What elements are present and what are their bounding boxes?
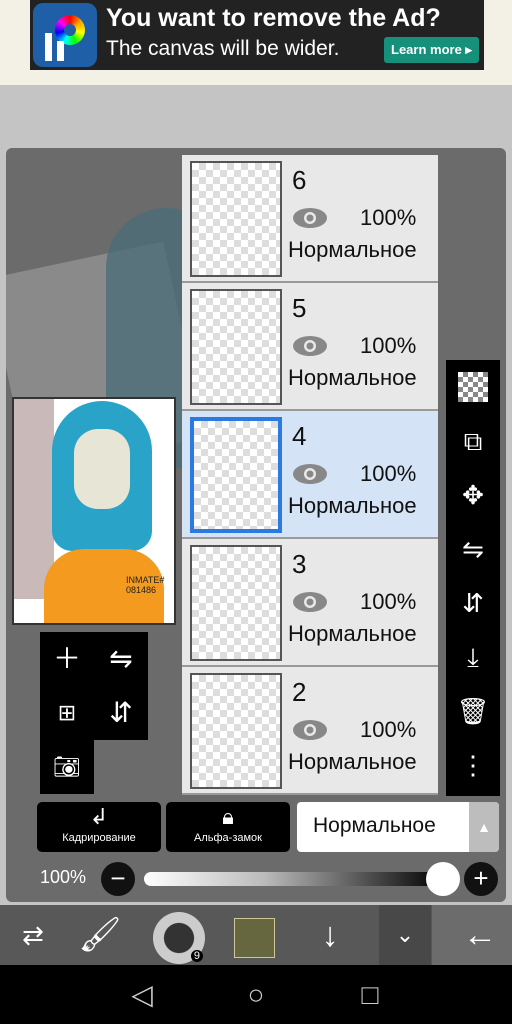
- canvas-preview[interactable]: INMATE# 081486: [12, 397, 176, 625]
- eye-icon[interactable]: [292, 335, 328, 357]
- add-layer-button[interactable]: ＋: [40, 632, 94, 686]
- layer-row[interactable]: 2 100% Нормальное: [182, 667, 438, 795]
- layers-collapse-icon[interactable]: ⌄: [379, 905, 431, 965]
- opacity-slider[interactable]: [144, 872, 444, 886]
- flip-layer-horizontal-icon[interactable]: ⇋: [446, 522, 500, 576]
- layer-blend-mode: Нормальное: [288, 493, 417, 518]
- eye-icon[interactable]: [292, 719, 328, 741]
- layer-thumbnail: [190, 417, 282, 533]
- layer-number: 5: [292, 293, 307, 323]
- layer-opacity: 100%: [360, 333, 417, 358]
- opacity-value: 100%: [40, 867, 87, 887]
- brush-size-button[interactable]: 9: [153, 912, 205, 964]
- nav-recents-icon[interactable]: □: [350, 975, 390, 1015]
- color-swatch[interactable]: [234, 918, 275, 958]
- trash-icon[interactable]: 🗑︎: [446, 684, 500, 738]
- merge-down-icon[interactable]: ⤓: [446, 630, 500, 684]
- move-icon[interactable]: ✥: [446, 468, 500, 522]
- layer-number: 3: [292, 549, 307, 579]
- clip-arrow-icon: ↲: [89, 804, 109, 829]
- add-special-layer-button[interactable]: ⊞: [40, 686, 94, 740]
- layer-swap-icon[interactable]: ⧉: [446, 414, 500, 468]
- layer-opacity: 100%: [360, 461, 417, 486]
- layer-opacity: 100%: [360, 589, 417, 614]
- alpha-lock-button[interactable]: 🔒︎ Альфа-замок: [166, 802, 290, 852]
- layer-row[interactable]: 3 100% Нормальное: [182, 539, 438, 667]
- opacity-increase-button[interactable]: +: [464, 862, 498, 896]
- brush-icon[interactable]: 🖌︎: [75, 905, 125, 965]
- layer-blend-mode: Нормальное: [288, 749, 417, 774]
- chevron-up-icon: ▲: [469, 802, 499, 852]
- nav-home-icon[interactable]: ○: [236, 975, 276, 1015]
- layer-thumbnail: [190, 673, 282, 789]
- flip-horizontal-icon[interactable]: ⇋: [94, 632, 148, 686]
- layer-row[interactable]: 5 100% Нормальное: [182, 283, 438, 411]
- preview-text: INMATE# 081486: [126, 575, 165, 595]
- layer-row[interactable]: 4 100% Нормальное: [182, 411, 438, 539]
- lock-icon: 🔒︎: [222, 804, 234, 829]
- clipping-button[interactable]: ↲ Кадрирование: [37, 802, 161, 852]
- opacity-slider-handle[interactable]: [426, 862, 460, 896]
- layer-row[interactable]: 6 100% Нормальное: [182, 155, 438, 283]
- arrow-down-icon[interactable]: ↓: [305, 905, 355, 965]
- ibispaint-logo: [33, 3, 97, 67]
- layer-blend-mode: Нормальное: [288, 621, 417, 646]
- flip-vertical-icon[interactable]: ⇵: [94, 686, 148, 740]
- eye-icon[interactable]: [292, 591, 328, 613]
- layer-thumbnail: [190, 289, 282, 405]
- transparency-icon[interactable]: [458, 372, 488, 402]
- layer-thumbnail: [190, 545, 282, 661]
- eye-icon[interactable]: [292, 463, 328, 485]
- ad-banner[interactable]: You want to remove the Ad? The canvas wi…: [30, 0, 484, 70]
- layer-tools: ⧉ ✥ ⇋ ⇵ ⤓ 🗑︎ ⋮: [446, 360, 500, 796]
- ad-title: You want to remove the Ad?: [106, 4, 441, 32]
- blend-mode-select[interactable]: Нормальное ▲: [297, 802, 499, 852]
- layer-number: 2: [292, 677, 307, 707]
- tool-swap-icon[interactable]: ⇄: [8, 905, 58, 965]
- layer-number: 4: [292, 421, 307, 451]
- nav-back-icon[interactable]: ◁: [122, 975, 162, 1015]
- opacity-decrease-button[interactable]: −: [101, 862, 135, 896]
- learn-more-button[interactable]: Learn more ▸: [384, 37, 479, 63]
- more-icon[interactable]: ⋮: [446, 738, 500, 792]
- layer-blend-mode: Нормальное: [288, 365, 417, 390]
- ad-subtitle: The canvas will be wider.: [106, 37, 340, 60]
- layer-number: 6: [292, 165, 307, 195]
- layer-blend-mode: Нормальное: [288, 237, 417, 262]
- layer-opacity: 100%: [360, 205, 417, 230]
- back-arrow-icon[interactable]: ←: [455, 905, 505, 965]
- eye-icon[interactable]: [292, 207, 328, 229]
- layer-opacity: 100%: [360, 717, 417, 742]
- camera-icon[interactable]: 📷︎: [40, 740, 94, 794]
- layer-thumbnail: [190, 161, 282, 277]
- flip-layer-vertical-icon[interactable]: ⇵: [446, 576, 500, 630]
- canvas-tools: ＋ ⇋ ⊞ ⇵ 📷︎: [40, 632, 148, 794]
